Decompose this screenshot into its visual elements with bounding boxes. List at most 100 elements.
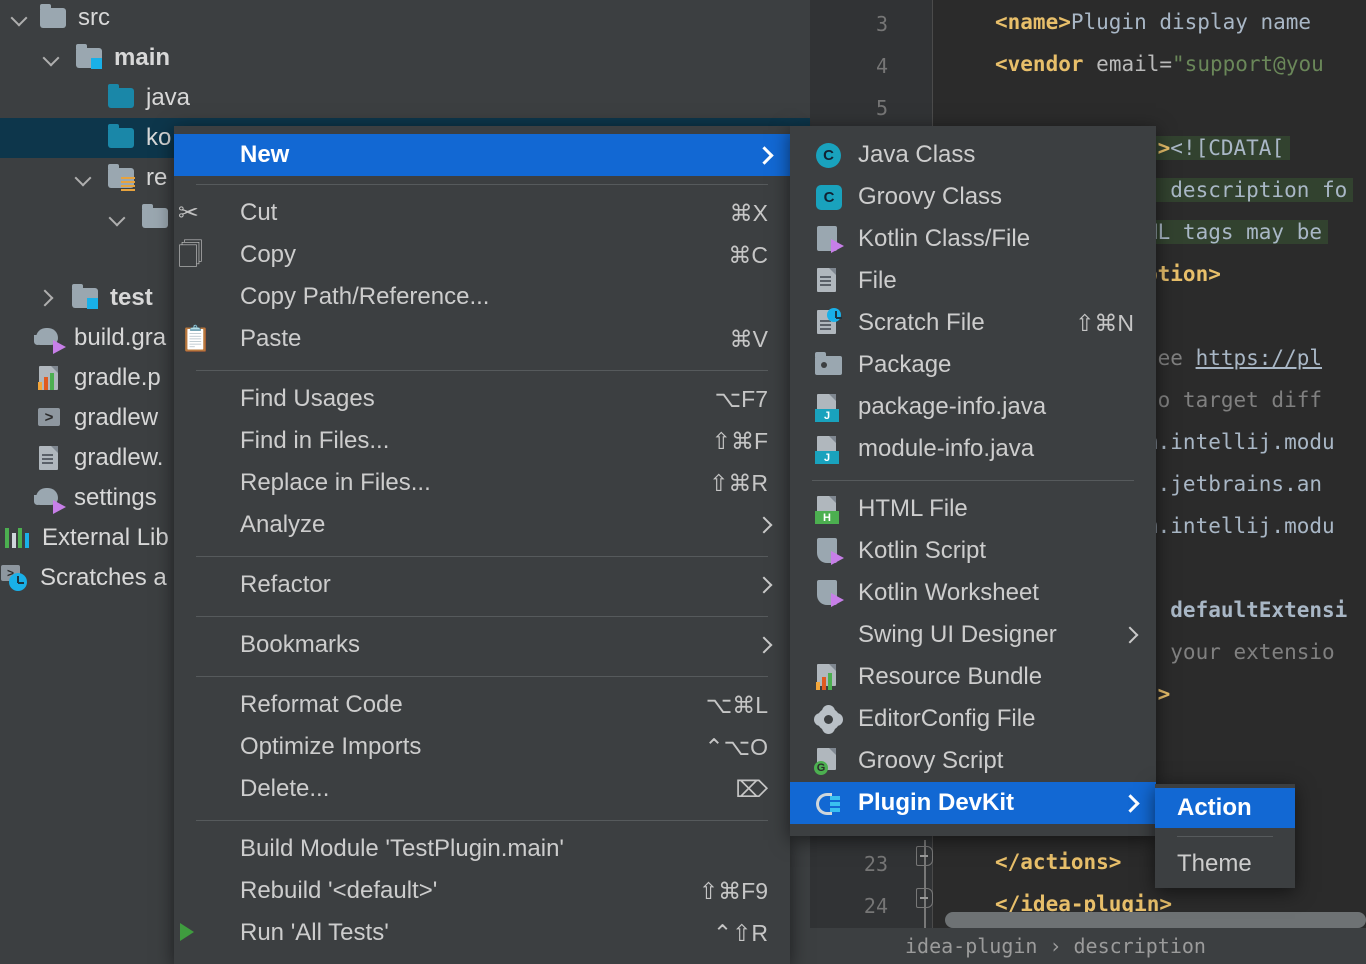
menu-item-label: Java Class: [858, 141, 976, 168]
chevron-down-icon[interactable]: [40, 47, 62, 69]
folder-source-icon: [74, 44, 104, 71]
menu-item-paste[interactable]: 📋 Paste ⌘V: [174, 318, 790, 360]
menu-separator: [196, 820, 768, 821]
menu-item-label: Rebuild '<default>': [240, 877, 438, 904]
menu-item-plugin-devkit[interactable]: Plugin DevKit: [790, 782, 1156, 824]
tree-item-label: build.gra: [74, 324, 167, 351]
menu-item-optimize-imports[interactable]: Optimize Imports ⌃⌥O: [174, 726, 790, 768]
menu-item-rebuild[interactable]: Rebuild '<default>' ⇧⌘F9: [174, 870, 790, 912]
menu-item-shortcut: ⌘X: [729, 199, 768, 226]
menu-item-run-all-tests[interactable]: Run 'All Tests' ⌃⇧R: [174, 912, 790, 954]
line-number: 3: [875, 12, 888, 36]
chevron-down-icon[interactable]: [72, 167, 94, 189]
menu-item-copy-path-reference[interactable]: Copy Path/Reference...: [174, 276, 790, 318]
menu-item-html-file[interactable]: H HTML File: [790, 488, 1156, 530]
menu-item-label: Kotlin Class/File: [858, 225, 1031, 252]
menu-item-label: Plugin DevKit: [858, 789, 1015, 816]
external-libraries-icon: [2, 524, 32, 552]
tree-item-main[interactable]: main: [0, 38, 810, 78]
menu-item-scratch-file[interactable]: Scratch File ⇧⌘N: [790, 302, 1156, 344]
menu-item-label: Scratch File: [858, 309, 985, 336]
menu-item-label: Groovy Script: [858, 747, 1004, 774]
menu-item-label: Cut: [240, 199, 278, 226]
tree-item-src[interactable]: src: [0, 0, 810, 38]
menu-separator: [196, 556, 768, 557]
menu-item-shortcut: ⌃⇧R: [712, 919, 768, 946]
menu-item-find-in-files[interactable]: Find in Files... ⇧⌘F: [174, 420, 790, 462]
menu-item-label: package-info.java: [858, 393, 1047, 420]
menu-item-kotlin-class-file[interactable]: Kotlin Class/File: [790, 218, 1156, 260]
menu-item-label: Kotlin Worksheet: [858, 579, 1039, 606]
folder-icon: [38, 4, 68, 31]
breadcrumb-item[interactable]: idea-plugin: [905, 934, 1037, 958]
menu-item-label: Package: [858, 351, 952, 378]
menu-item-package-info-java[interactable]: J package-info.java: [790, 386, 1156, 428]
fold-marker[interactable]: [916, 846, 933, 866]
folder-icon: [140, 204, 170, 231]
tree-item-label: ko: [146, 124, 172, 151]
chevron-down-icon[interactable]: [8, 7, 30, 29]
package-icon: [812, 350, 846, 380]
menu-item-label: File: [858, 267, 897, 294]
menu-item-kotlin-worksheet[interactable]: Kotlin Worksheet: [790, 572, 1156, 614]
breadcrumb-item[interactable]: description: [1074, 934, 1206, 958]
java-file-icon: J: [812, 434, 846, 464]
folder-source-icon: [70, 284, 100, 311]
tree-item-java[interactable]: java: [0, 78, 810, 118]
menu-item-package[interactable]: Package: [790, 344, 1156, 386]
tree-item-label: test: [110, 284, 153, 311]
menu-item-new[interactable]: New: [174, 134, 790, 176]
menu-item-label: Refactor: [240, 571, 331, 598]
menu-item-refactor[interactable]: Refactor: [174, 564, 790, 606]
horizontal-scrollbar[interactable]: [945, 912, 1366, 928]
menu-item-label: HTML File: [858, 495, 968, 522]
plugin-devkit-icon: [812, 788, 846, 818]
chevron-right-icon[interactable]: [36, 287, 58, 309]
menu-item-build-module[interactable]: Build Module 'TestPlugin.main': [174, 828, 790, 870]
menu-item-delete[interactable]: Delete... ⌦: [174, 768, 790, 810]
menu-item-file[interactable]: File: [790, 260, 1156, 302]
chevron-down-icon[interactable]: [106, 207, 128, 229]
menu-item-find-usages[interactable]: Find Usages ⌥F7: [174, 378, 790, 420]
menu-item-groovy-class[interactable]: C Groovy Class: [790, 176, 1156, 218]
menu-item-reformat-code[interactable]: Reformat Code ⌥⌘L: [174, 684, 790, 726]
menu-item-kotlin-script[interactable]: Kotlin Script: [790, 530, 1156, 572]
menu-item-copy[interactable]: 🗍 Copy ⌘C: [174, 234, 790, 276]
new-submenu[interactable]: C Java Class C Groovy Class Kotlin Class…: [790, 126, 1156, 836]
menu-item-resource-bundle[interactable]: Resource Bundle: [790, 656, 1156, 698]
context-menu[interactable]: New ✂ Cut ⌘X 🗍 Copy ⌘C Copy Path/Referen…: [174, 126, 790, 964]
code-text: </actions>: [995, 850, 1122, 874]
breadcrumb[interactable]: idea-plugin › description: [810, 928, 1366, 964]
menu-item-java-class[interactable]: C Java Class: [790, 134, 1156, 176]
menu-item-analyze[interactable]: Analyze: [174, 504, 790, 546]
gear-icon: [812, 704, 846, 734]
menu-item-swing-ui-designer[interactable]: Swing UI Designer: [790, 614, 1156, 656]
menu-item-label: New: [240, 141, 290, 168]
file-icon: [812, 266, 846, 296]
breadcrumb-separator-icon: ›: [1049, 934, 1062, 958]
menu-item-module-info-java[interactable]: J module-info.java: [790, 428, 1156, 470]
menu-item-groovy-script[interactable]: G Groovy Script: [790, 740, 1156, 782]
kotlin-file-icon: [812, 224, 846, 254]
folder-blue-icon: [106, 124, 136, 151]
chevron-right-icon: [1120, 624, 1142, 646]
menu-item-theme[interactable]: Theme: [1155, 844, 1295, 884]
groovy-script-icon: G: [812, 746, 846, 776]
menu-item-replace-in-files[interactable]: Replace in Files... ⇧⌘R: [174, 462, 790, 504]
menu-item-label: Swing UI Designer: [858, 621, 1057, 648]
menu-item-shortcut: ⇧⌘F9: [698, 877, 768, 904]
menu-item-cut[interactable]: ✂ Cut ⌘X: [174, 192, 790, 234]
menu-item-bookmarks[interactable]: Bookmarks: [174, 624, 790, 666]
menu-item-label: Delete...: [240, 775, 330, 802]
gradle-icon: [34, 484, 66, 514]
menu-item-label: Paste: [240, 325, 302, 352]
fold-marker[interactable]: [916, 888, 933, 908]
tree-item-label: src: [78, 4, 110, 31]
menu-separator: [196, 370, 768, 371]
menu-item-shortcut: ⌃⌥O: [704, 733, 768, 760]
menu-item-action[interactable]: Action: [1155, 788, 1295, 828]
plugin-devkit-submenu[interactable]: Action Theme: [1155, 784, 1295, 888]
chevron-right-icon: [1120, 792, 1142, 814]
menu-item-label: Bookmarks: [240, 631, 361, 658]
menu-item-editorconfig-file[interactable]: EditorConfig File: [790, 698, 1156, 740]
